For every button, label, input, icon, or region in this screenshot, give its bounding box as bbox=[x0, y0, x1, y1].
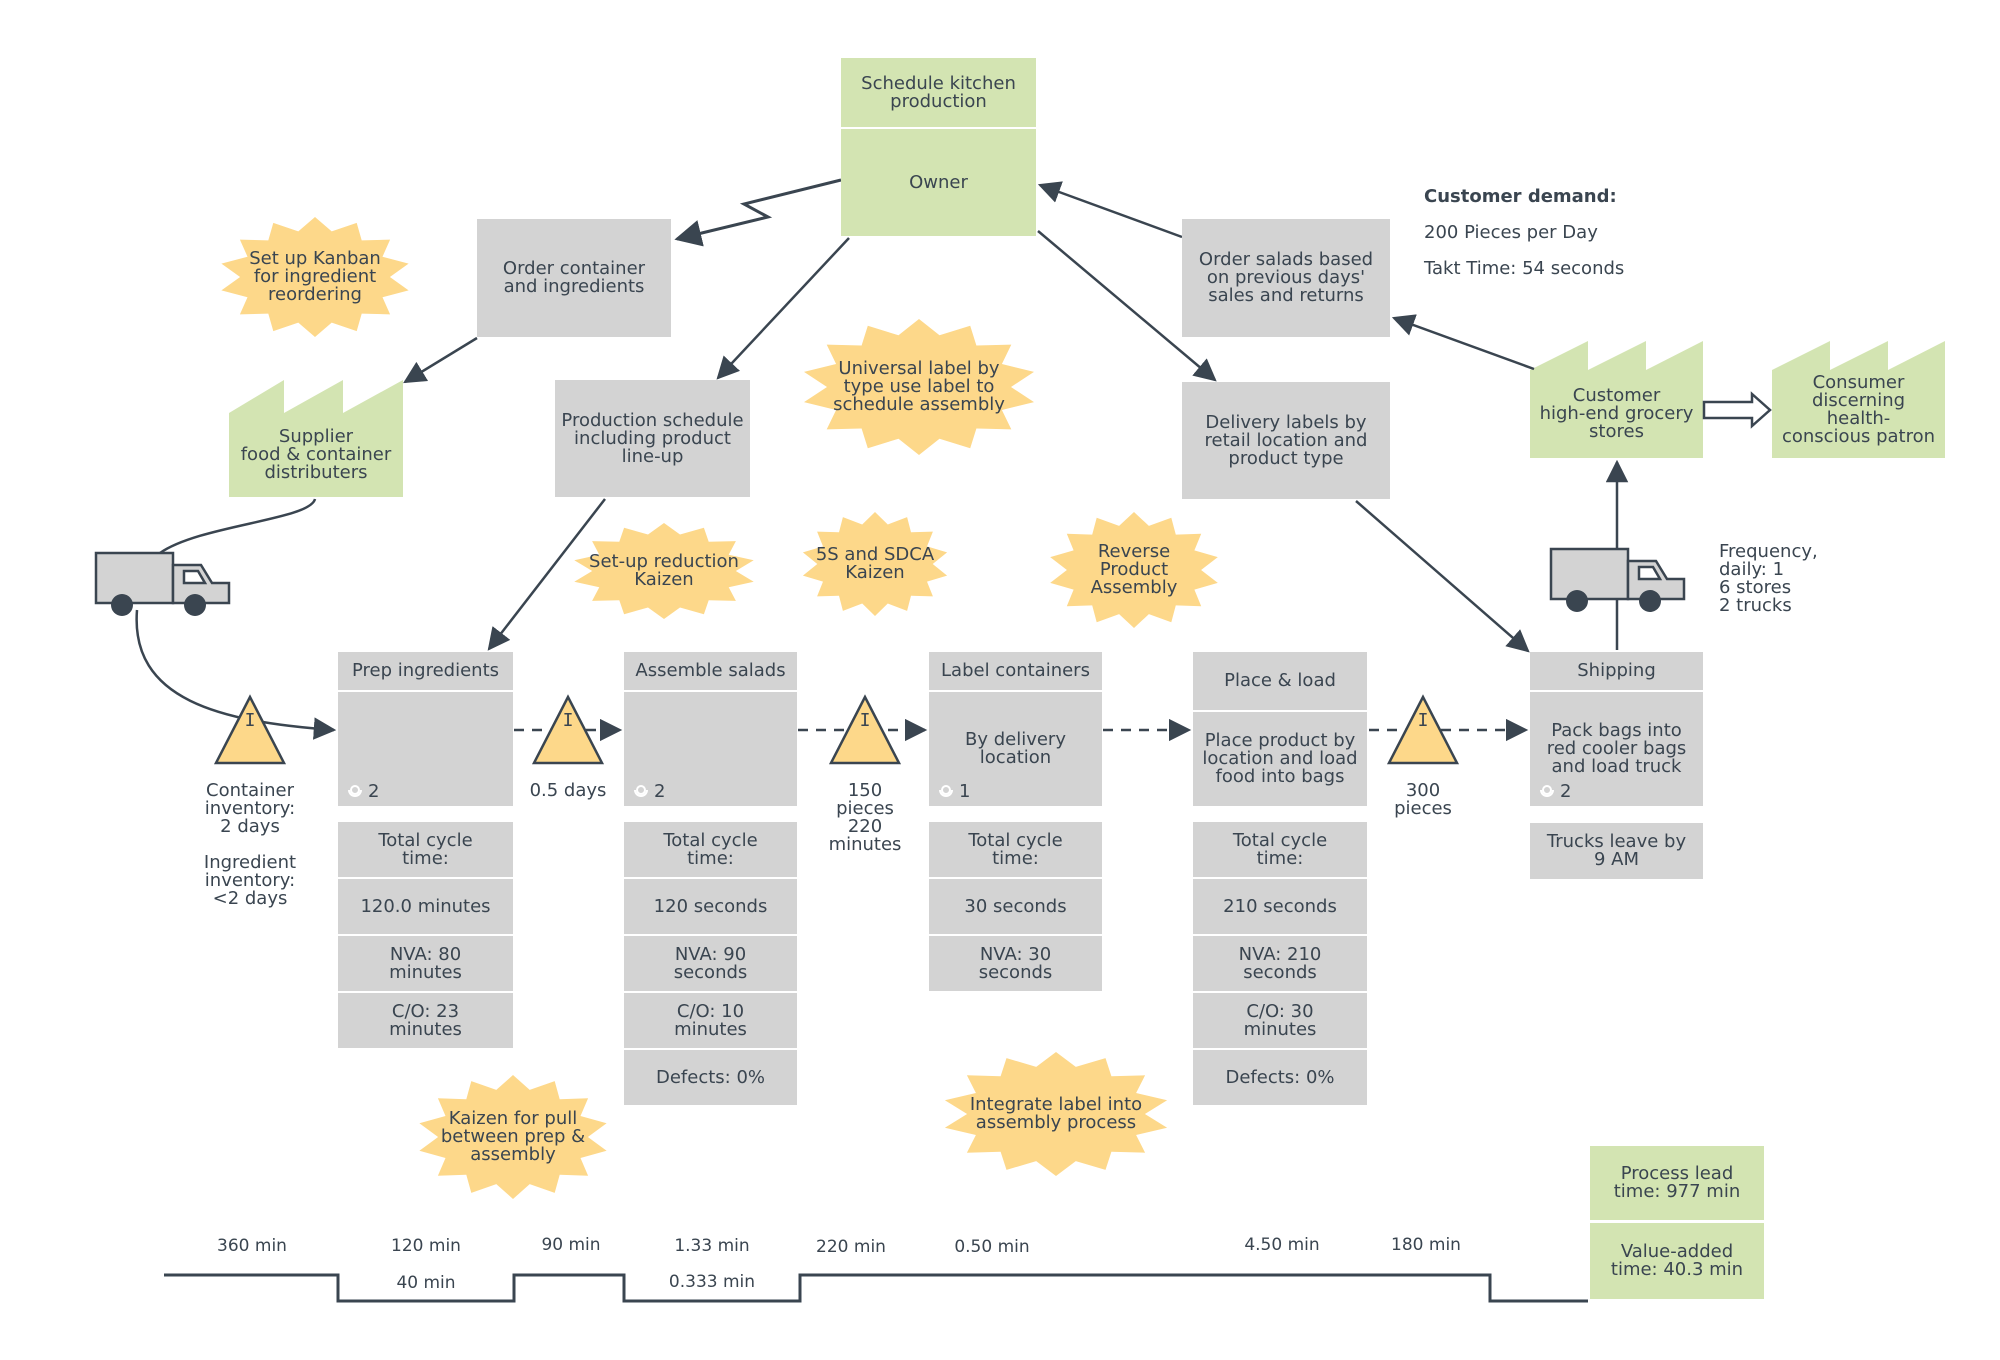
operator-icon bbox=[1540, 784, 1554, 797]
operator-count: 1 bbox=[937, 781, 970, 802]
owner-box[interactable]: Owner bbox=[841, 129, 1036, 236]
inventory-symbol: I bbox=[562, 710, 574, 731]
order-salads-box[interactable]: Order salads based on previous days' sal… bbox=[1182, 219, 1390, 337]
metric-cycle-time-value: 210 seconds bbox=[1193, 879, 1367, 934]
kaizen-burst-3[interactable]: Set-up reduction Kaizen bbox=[579, 541, 749, 601]
operator-count-value: 1 bbox=[959, 781, 971, 802]
metric-nva: NVA: 30 seconds bbox=[929, 936, 1102, 991]
value-added-time: Value-added time: 40.3 min bbox=[1590, 1223, 1764, 1299]
shipment-hollow-arrow bbox=[1702, 391, 1772, 429]
operator-count-value: 2 bbox=[368, 781, 380, 802]
metric-cycle-time-label: Total cycle time: bbox=[624, 822, 797, 877]
supplier-to-truck-curve bbox=[159, 498, 317, 555]
process-assemble-title[interactable]: Assemble salads bbox=[624, 652, 797, 690]
manual-flow-arrow bbox=[403, 336, 478, 384]
kaizen-burst-7[interactable]: Integrate label into assembly process bbox=[946, 1084, 1166, 1144]
truck-icon bbox=[94, 551, 231, 616]
process-lead-time: Process lead time: 977 min bbox=[1590, 1146, 1764, 1220]
inventory-label: Container inventory: 2 days Ingredient i… bbox=[203, 780, 297, 909]
operator-count: 2 bbox=[1538, 781, 1571, 802]
inventory-label: 300 pieces bbox=[1394, 780, 1452, 819]
process-label-title[interactable]: Label containers bbox=[929, 652, 1102, 690]
kaizen-burst-4[interactable]: 5S and SDCA Kaizen bbox=[805, 534, 945, 594]
inventory-label: 150 pieces 220 minutes bbox=[828, 780, 902, 855]
value-stream-map: Schedule kitchen production Owner Order … bbox=[0, 0, 2000, 1360]
operator-count: 2 bbox=[346, 781, 379, 802]
operator-icon bbox=[634, 784, 648, 797]
kaizen-burst-6[interactable]: Kaizen for pull between prep & assembly bbox=[423, 1097, 603, 1177]
metric-changeover: C/O: 10 minutes bbox=[624, 993, 797, 1048]
metric-nva: NVA: 90 seconds bbox=[624, 936, 797, 991]
metric-cycle-time-value: 30 seconds bbox=[929, 879, 1102, 934]
metric-defects: Defects: 0% bbox=[624, 1050, 797, 1105]
schedule-header: Schedule kitchen production bbox=[841, 58, 1036, 127]
metric-changeover: C/O: 30 minutes bbox=[1193, 993, 1367, 1048]
consumer-factory[interactable]: Consumer discerning health- conscious pa… bbox=[1772, 362, 1945, 458]
timeline-process-bottom: 0.333 min bbox=[668, 1272, 756, 1292]
kaizen-burst-5[interactable]: Reverse Product Assembly bbox=[1059, 530, 1209, 610]
truck-to-prep-arrow bbox=[135, 609, 337, 740]
customer-demand-pieces: 200 Pieces per Day bbox=[1424, 222, 1598, 243]
metric-cycle-time-label: Total cycle time: bbox=[1193, 822, 1367, 877]
inventory-symbol: I bbox=[1417, 710, 1429, 731]
metric-changeover: C/O: 23 minutes bbox=[338, 993, 513, 1048]
timeline-wait: 220 min bbox=[816, 1237, 886, 1257]
manual-flow-arrow bbox=[1391, 314, 1535, 371]
timeline-wait: 360 min bbox=[217, 1236, 287, 1256]
inventory-symbol: I bbox=[244, 710, 256, 731]
metric-nva: NVA: 80 minutes bbox=[338, 936, 513, 991]
customer-factory[interactable]: Customer high-end grocery stores bbox=[1530, 370, 1703, 458]
metric-cycle-time-label: Total cycle time: bbox=[338, 822, 513, 877]
metric-trucks-leave: Trucks leave by 9 AM bbox=[1530, 823, 1703, 879]
electronic-flow-arrow bbox=[674, 178, 842, 247]
order-container-box[interactable]: Order container and ingredients bbox=[477, 219, 671, 337]
manual-flow-arrow bbox=[1037, 181, 1183, 239]
timeline-wait: 180 min bbox=[1391, 1235, 1461, 1255]
customer-demand-title: Customer demand: bbox=[1424, 186, 1617, 207]
operator-icon bbox=[348, 784, 362, 797]
manual-flow-arrow bbox=[1355, 500, 1530, 653]
timeline-process-top: 120 min bbox=[391, 1236, 461, 1256]
timeline-process-top: 0.50 min bbox=[954, 1237, 1030, 1257]
operator-count-value: 2 bbox=[654, 781, 666, 802]
timeline-process-top: 1.33 min bbox=[674, 1236, 750, 1256]
operator-count: 2 bbox=[632, 781, 665, 802]
customer-demand: Customer demand: 200 Pieces per Day Takt… bbox=[1424, 170, 1624, 296]
production-schedule-box[interactable]: Production schedule including product li… bbox=[555, 380, 750, 497]
metric-nva: NVA: 210 seconds bbox=[1193, 936, 1367, 991]
customer-demand-takt: Takt Time: 54 seconds bbox=[1424, 258, 1625, 279]
metric-cycle-time-value: 120.0 minutes bbox=[338, 879, 513, 934]
shipping-frequency: Frequency, daily: 1 6 stores 2 trucks bbox=[1719, 541, 1818, 616]
operator-count-value: 2 bbox=[1560, 781, 1572, 802]
kaizen-burst-1[interactable]: Set up Kanban for ingredient reordering bbox=[225, 237, 405, 317]
metric-cycle-time-value: 120 seconds bbox=[624, 879, 797, 934]
inventory-symbol: I bbox=[859, 710, 871, 731]
inventory-label: 0.5 days bbox=[529, 780, 607, 801]
timeline-process-bottom: 40 min bbox=[396, 1273, 456, 1293]
metric-cycle-time-label: Total cycle time: bbox=[929, 822, 1102, 877]
process-prep-title[interactable]: Prep ingredients bbox=[338, 652, 513, 690]
timeline-wait: 90 min bbox=[541, 1235, 601, 1255]
delivery-labels-box[interactable]: Delivery labels by retail location and p… bbox=[1182, 382, 1390, 499]
process-place-title[interactable]: Place & load bbox=[1193, 652, 1367, 710]
metric-defects: Defects: 0% bbox=[1193, 1050, 1367, 1105]
process-place-body: Place product by location and load food … bbox=[1193, 712, 1367, 806]
timeline-process-top: 4.50 min bbox=[1244, 1235, 1320, 1255]
supplier-factory[interactable]: Supplier food & container distributers bbox=[229, 413, 403, 497]
kaizen-burst-2[interactable]: Universal label by type use label to sch… bbox=[809, 347, 1029, 427]
process-shipping-title[interactable]: Shipping bbox=[1530, 652, 1703, 690]
operator-icon bbox=[939, 784, 953, 797]
